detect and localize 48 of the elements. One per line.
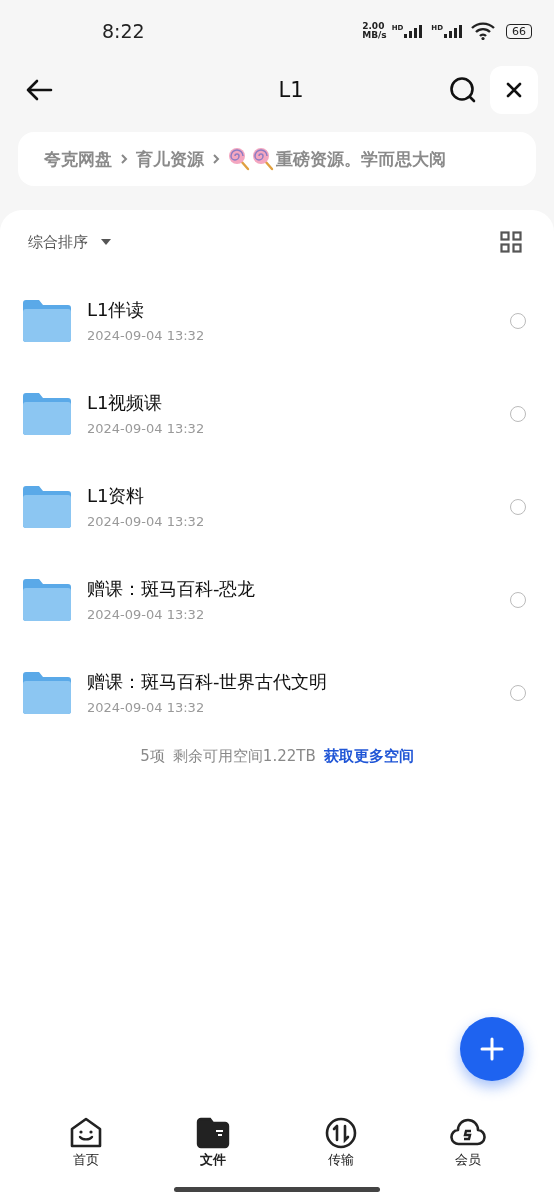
sort-dropdown[interactable]: 综合排序 xyxy=(28,232,112,252)
page-title: L1 xyxy=(277,78,305,102)
folder-row[interactable]: 赠课：斑马百科-世界古代文明 2024-09-04 13:32 xyxy=(0,646,554,739)
folder-row[interactable]: 赠课：斑马百科-恐龙 2024-09-04 13:32 xyxy=(0,553,554,646)
folder-row[interactable]: L1资料 2024-09-04 13:32 xyxy=(0,460,554,553)
plus-icon xyxy=(480,1037,504,1061)
chevron-icon xyxy=(212,153,220,165)
folder-date: 2024-09-04 13:32 xyxy=(87,607,206,622)
lollipop-icon xyxy=(252,147,274,171)
caret-icon xyxy=(100,238,112,246)
back-arrow-icon xyxy=(25,78,53,102)
folder-icon xyxy=(23,671,71,714)
home-icon xyxy=(68,1117,103,1149)
status-time: 8:22 xyxy=(102,20,145,42)
folder-date: 2024-09-04 13:32 xyxy=(87,328,206,343)
nav-tab[interactable]: 会员 xyxy=(438,1117,499,1169)
folder-icon xyxy=(23,578,71,621)
folder-name: 赠课：斑马百科-世界古代文明 xyxy=(87,670,329,694)
folder-date: 2024-09-04 13:32 xyxy=(87,421,206,436)
folder-date: 2024-09-04 13:32 xyxy=(87,700,206,715)
item-count: 5项 xyxy=(140,747,165,766)
folder-icon xyxy=(23,392,71,435)
storage-info: 剩余可用空间1.22TB xyxy=(172,747,316,766)
folder-name: L1伴读 xyxy=(87,298,146,322)
battery-indicator: 66 xyxy=(506,23,532,39)
close-icon xyxy=(505,81,523,99)
folder-name: L1资料 xyxy=(87,484,146,508)
folder-row[interactable]: L1伴读 2024-09-04 13:32 xyxy=(0,274,554,367)
lollipop-icon xyxy=(228,147,250,171)
add-button[interactable] xyxy=(460,1017,524,1081)
grid-view-icon[interactable] xyxy=(500,231,522,253)
transfer-icon xyxy=(323,1117,358,1149)
nav-tab[interactable]: 传输 xyxy=(310,1117,371,1169)
network-speed: 2.00 MB/s xyxy=(362,22,387,40)
search-icon xyxy=(449,76,477,104)
close-button[interactable] xyxy=(490,66,538,114)
wifi-icon xyxy=(471,22,495,40)
nav-tab[interactable]: 首页 xyxy=(55,1117,116,1169)
more-space-link[interactable]: 获取更多空间 xyxy=(323,747,414,766)
chevron-icon xyxy=(120,153,128,165)
folder-row[interactable]: L1视频课 2024-09-04 13:32 xyxy=(0,367,554,460)
folder-icon xyxy=(23,485,71,528)
folder-date: 2024-09-04 13:32 xyxy=(87,514,206,529)
folder-name: 赠课：斑马百科-恐龙 xyxy=(87,577,257,601)
folder-icon xyxy=(196,1117,231,1149)
folder-name: L1视频课 xyxy=(87,391,164,415)
folder-icon xyxy=(23,299,71,342)
nav-tab[interactable]: 文件 xyxy=(183,1117,244,1169)
